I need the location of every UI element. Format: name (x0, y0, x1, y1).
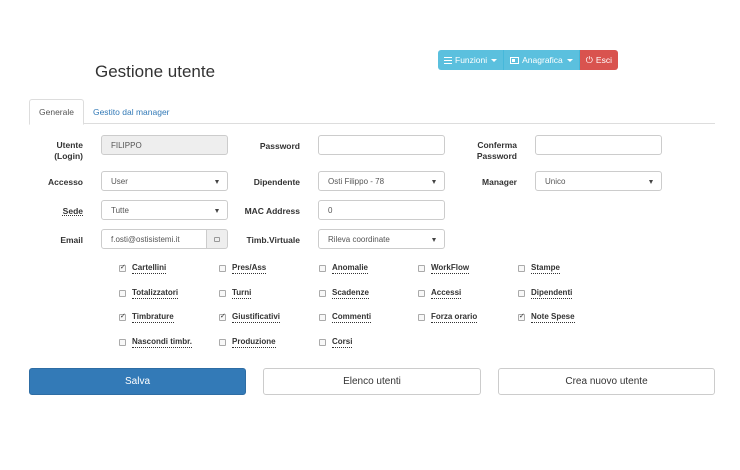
checkbox-label: Totalizzatori (132, 287, 179, 299)
dipendente-select[interactable]: Osti Filippo - 78 (318, 171, 445, 191)
sede-select[interactable]: Tutte (101, 200, 228, 220)
checkbox-label: Corsi (332, 336, 353, 348)
checkbox-box[interactable] (119, 338, 126, 346)
timb-virtuale-select[interactable]: Rileva coordinate (318, 229, 445, 249)
caret-down-icon (566, 58, 573, 62)
manager-select[interactable]: Unico (535, 171, 662, 191)
checkbox-box[interactable] (119, 312, 126, 321)
checkbox-produzione[interactable]: Produzione (219, 336, 276, 348)
email-field[interactable]: f.osti@ostisistemi.it (101, 229, 207, 249)
anagrafica-label: Anagrafica (522, 55, 563, 65)
checkbox-label: Dipendenti (531, 287, 573, 299)
checkbox-dipendenti[interactable]: Dipendenti (518, 287, 573, 299)
tab-generale[interactable]: Generale (29, 99, 84, 125)
checkbox-corsi[interactable]: Corsi (319, 336, 353, 348)
checkbox-note-spese[interactable]: Note Spese (518, 311, 575, 323)
checkbox-pres-ass[interactable]: Pres/Ass (219, 262, 267, 274)
conferma-label-line2: Password (476, 151, 517, 161)
checkbox-box[interactable] (418, 313, 425, 321)
checkbox-label: Stampe (531, 262, 560, 274)
checkbox-box[interactable] (219, 264, 226, 272)
conferma-password-field[interactable] (535, 135, 662, 155)
checkbox-box[interactable] (418, 264, 425, 272)
checkbox-box[interactable] (319, 338, 326, 346)
checkbox-label: Turni (232, 287, 252, 299)
power-icon: ⏻ (585, 54, 593, 65)
checkbox-box[interactable] (518, 289, 525, 297)
checkbox-scadenze[interactable]: Scadenze (319, 287, 369, 299)
sede-label: Sede (62, 206, 83, 216)
checkbox-box[interactable] (518, 312, 525, 321)
esci-label: Esci (595, 55, 612, 65)
accesso-label: Accesso (48, 177, 83, 187)
list-icon (444, 56, 452, 64)
checkbox-box[interactable] (219, 289, 226, 297)
checkbox-label: Commenti (332, 311, 372, 323)
checkbox-box[interactable] (319, 313, 326, 321)
utente-label-line2: (Login) (54, 151, 83, 161)
anagrafica-dropdown-button[interactable]: Anagrafica (504, 50, 580, 70)
checkbox-box[interactable] (518, 264, 525, 272)
esci-button[interactable]: ⏻ Esci (579, 50, 618, 70)
checkbox-label: Pres/Ass (232, 262, 267, 274)
utente-label: Utente (Login) (40, 140, 83, 162)
checkbox-box[interactable] (219, 338, 226, 346)
salva-button[interactable]: Salva (29, 368, 246, 395)
checkbox-label: Timbrature (132, 311, 174, 323)
caret-down-icon (491, 58, 498, 62)
checkbox-label: Giustificativi (232, 311, 281, 323)
checkbox-box[interactable] (418, 289, 425, 297)
password-field[interactable] (318, 135, 445, 155)
timb-virtuale-label: Timb.Virtuale (246, 235, 300, 245)
checkbox-label: Anomalie (332, 262, 369, 274)
checkbox-stampe[interactable]: Stampe (518, 262, 560, 274)
checkbox-totalizzatori[interactable]: Totalizzatori (119, 287, 179, 299)
checkbox-timbrature[interactable]: Timbrature (119, 311, 174, 323)
checkbox-box[interactable] (319, 289, 326, 297)
email-addon[interactable] (206, 229, 228, 249)
page-title: Gestione utente (95, 62, 216, 81)
email-label: Email (60, 235, 83, 245)
envelope-icon (214, 236, 220, 242)
checkbox-cartellini[interactable]: Cartellini (119, 262, 167, 274)
utente-label-line1: Utente (56, 140, 83, 150)
tab-gestito-dal-manager[interactable]: Gestito dal manager (84, 99, 179, 124)
conferma-password-label: Conferma Password (462, 140, 517, 162)
id-card-icon (510, 56, 520, 64)
checkbox-turni[interactable]: Turni (219, 287, 252, 299)
checkbox-workflow[interactable]: WorkFlow (418, 262, 470, 274)
checkbox-box[interactable] (119, 263, 126, 272)
funzioni-label: Funzioni (455, 55, 488, 65)
mac-address-field[interactable]: 0 (318, 200, 445, 220)
checkbox-commenti[interactable]: Commenti (319, 311, 372, 323)
top-button-group: Funzioni Anagrafica ⏻ Esci (438, 50, 618, 70)
checkbox-anomalie[interactable]: Anomalie (319, 262, 369, 274)
elenco-utenti-button[interactable]: Elenco utenti (263, 368, 481, 395)
mac-address-label: MAC Address (244, 206, 300, 216)
password-label: Password (259, 141, 300, 151)
checkbox-label: Accessi (431, 287, 462, 299)
checkbox-label: Nascondi timbr. (132, 336, 193, 348)
checkbox-giustificativi[interactable]: Giustificativi (219, 311, 281, 323)
checkbox-box[interactable] (319, 264, 326, 272)
checkbox-label: Scadenze (332, 287, 369, 299)
checkbox-accessi[interactable]: Accessi (418, 287, 462, 299)
checkbox-box[interactable] (219, 312, 226, 321)
funzioni-dropdown-button[interactable]: Funzioni (438, 50, 505, 70)
utente-field: FILIPPO (101, 135, 228, 155)
manager-label: Manager (482, 177, 517, 187)
checkbox-label: Note Spese (531, 311, 575, 323)
accesso-select[interactable]: User (101, 171, 228, 191)
checkbox-nascondi-timbr[interactable]: Nascondi timbr. (119, 336, 193, 348)
conferma-label-line1: Conferma (477, 140, 517, 150)
crea-nuovo-utente-button[interactable]: Crea nuovo utente (498, 368, 715, 395)
checkbox-box[interactable] (119, 289, 126, 297)
checkbox-label: Forza orario (431, 311, 478, 323)
checkbox-label: Cartellini (132, 262, 167, 274)
checkbox-label: WorkFlow (431, 262, 470, 274)
dipendente-label: Dipendente (253, 177, 300, 187)
checkbox-forza-orario[interactable]: Forza orario (418, 311, 478, 323)
tab-bar: Generale Gestito dal manager (29, 99, 715, 125)
checkbox-label: Produzione (232, 336, 276, 348)
